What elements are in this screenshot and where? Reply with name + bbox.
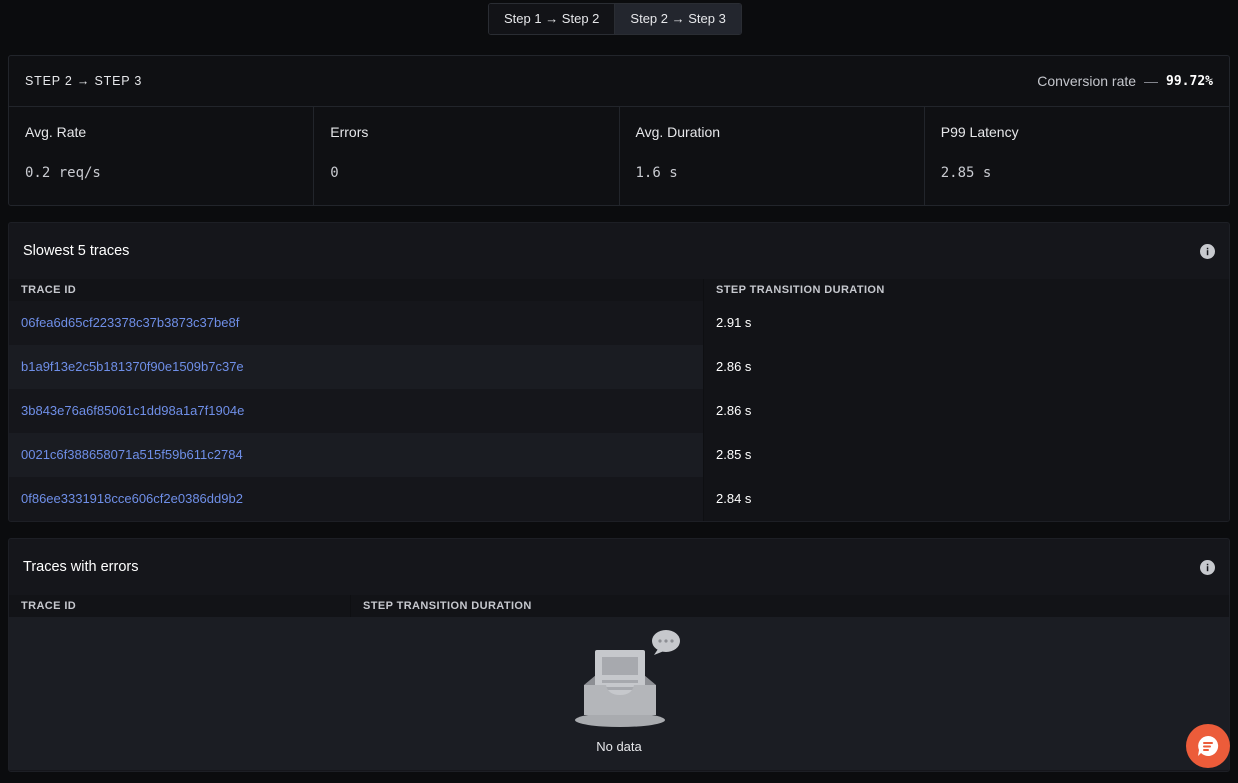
duration-cell: 2.86 s <box>703 345 1229 389</box>
metrics-row: Avg. Rate 0.2 req/s Errors 0 Avg. Durati… <box>9 107 1229 205</box>
table-header: TRACE ID STEP TRANSITION DURATION <box>9 595 1229 617</box>
column-header-trace-id[interactable]: TRACE ID <box>9 279 703 301</box>
duration-cell: 2.86 s <box>703 389 1229 433</box>
empty-state-label: No data <box>596 739 642 754</box>
column-header-duration[interactable]: STEP TRANSITION DURATION <box>350 595 1229 617</box>
metric-value: 2.85 s <box>940 165 992 181</box>
table-row[interactable]: 0f86ee3331918cce606cf2e0386dd9b2 2.84 s <box>9 477 1229 521</box>
table-row[interactable]: 0021c6f388658071a515f59b611c2784 2.85 s <box>9 433 1229 477</box>
metric-label: Avg. Rate <box>25 124 87 140</box>
table-row[interactable]: 06fea6d65cf223378c37b3873c37be8f 2.91 s <box>9 301 1229 345</box>
trace-id-link[interactable]: b1a9f13e2c5b181370f90e1509b7c37e <box>21 359 244 374</box>
column-header-duration[interactable]: STEP TRANSITION DURATION <box>703 279 1229 301</box>
duration-cell: 2.84 s <box>703 477 1229 521</box>
metric-value: 1.6 s <box>635 165 678 181</box>
table-header: TRACE ID STEP TRANSITION DURATION <box>9 279 1229 301</box>
panel-title: Slowest 5 traces <box>23 243 130 259</box>
info-icon[interactable] <box>1200 559 1215 575</box>
trace-id-link[interactable]: 0f86ee3331918cce606cf2e0386dd9b2 <box>21 491 243 506</box>
duration-cell: 2.91 s <box>703 301 1229 345</box>
panel-header: Slowest 5 traces <box>9 223 1229 279</box>
table-row[interactable]: b1a9f13e2c5b181370f90e1509b7c37e 2.86 s <box>9 345 1229 389</box>
error-traces-panel: Traces with errors TRACE ID STEP TRANSIT… <box>8 538 1230 772</box>
duration-cell: 2.85 s <box>703 433 1229 477</box>
empty-state: No data <box>9 617 1229 770</box>
metric-value: 0.2 req/s <box>25 165 101 181</box>
panel-header: Traces with errors <box>9 539 1229 595</box>
metric-avg-duration: Avg. Duration 1.6 s <box>620 107 925 205</box>
conversion-dash: — <box>1144 73 1159 89</box>
trace-id-link[interactable]: 0021c6f388658071a515f59b611c2784 <box>21 447 243 462</box>
metric-p99-latency: P99 Latency 2.85 s <box>925 107 1229 205</box>
conversion-label: Conversion rate <box>1037 73 1137 89</box>
step-tabs: Step 1 → Step 2 Step 2 → Step 3 <box>488 3 742 35</box>
column-header-trace-id[interactable]: TRACE ID <box>9 595 350 617</box>
table-row[interactable]: 3b843e76a6f85061c1dd98a1a7f1904e 2.86 s <box>9 389 1229 433</box>
chat-icon <box>1198 735 1219 756</box>
metric-label: P99 Latency <box>940 124 1019 140</box>
info-icon[interactable] <box>1200 243 1215 259</box>
panel-title: Traces with errors <box>23 559 139 575</box>
metric-avg-rate: Avg. Rate 0.2 req/s <box>9 107 315 205</box>
metric-value: 0 <box>330 165 339 181</box>
chat-support-button[interactable] <box>1186 724 1230 768</box>
metric-label: Errors <box>330 124 369 140</box>
tab-step2-step3[interactable]: Step 2 → Step 3 <box>614 4 741 34</box>
conversion-rate: Conversion rate — 99.72% <box>1037 73 1213 89</box>
summary-header: STEP 2 → STEP 3 Conversion rate — 99.72% <box>9 56 1229 107</box>
empty-inbox-icon <box>575 630 680 727</box>
trace-id-link[interactable]: 3b843e76a6f85061c1dd98a1a7f1904e <box>21 403 244 418</box>
trace-id-link[interactable]: 06fea6d65cf223378c37b3873c37be8f <box>21 315 239 330</box>
tab-step1-step2[interactable]: Step 1 → Step 2 <box>489 4 615 34</box>
metric-label: Avg. Duration <box>635 124 721 140</box>
step-summary-card: STEP 2 → STEP 3 Conversion rate — 99.72%… <box>8 55 1230 206</box>
step-title: STEP 2 → STEP 3 <box>25 74 143 88</box>
metric-errors: Errors 0 <box>314 107 620 205</box>
slowest-traces-panel: Slowest 5 traces TRACE ID STEP TRANSITIO… <box>8 222 1230 522</box>
conversion-value: 99.72% <box>1166 73 1213 89</box>
